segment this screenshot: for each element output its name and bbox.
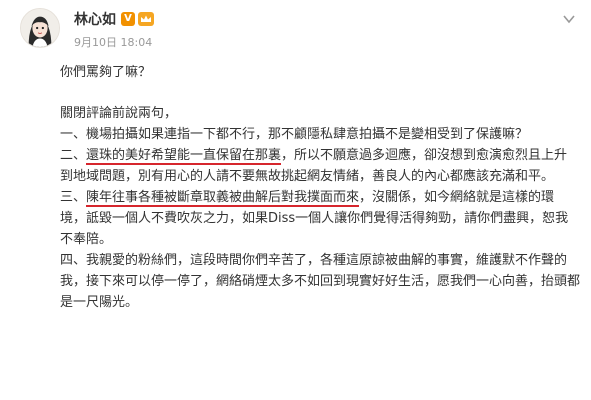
paragraph-prefix: 三、 xyxy=(60,190,87,205)
author-row: 林心如 V xyxy=(74,9,154,29)
author-name[interactable]: 林心如 xyxy=(74,9,116,29)
post-paragraph: 你們罵夠了嘛？ xyxy=(60,65,152,80)
avatar[interactable] xyxy=(20,8,60,48)
post-timestamp: 9月10日 18:04 xyxy=(74,36,153,49)
post-paragraph: 四、我親愛的粉絲們，這段時間你們辛苦了，各種這原諒被曲解的事實，維護默不作聲的我… xyxy=(60,253,581,310)
chevron-down-icon[interactable] xyxy=(563,14,575,24)
post-body: 你們罵夠了嘛？ 關閉評論前說兩句， 一、機場拍攝如果連指一下都不行，那不顧隱私肆… xyxy=(60,62,580,313)
paragraph-prefix: 二、 xyxy=(60,148,87,163)
post-paragraph: 三、陳年往事各種被斷章取義被曲解后對我撲面而來，沒關係，如今網絡就是這樣的環境，… xyxy=(60,187,580,250)
post-paragraph: 關閉評論前說兩句， xyxy=(60,106,178,121)
post-paragraph: 一、機場拍攝如果連指一下都不行，那不顧隱私肆意拍攝不是變相受到了保護嘛？ xyxy=(60,127,529,142)
post-paragraph: 二、還珠的美好希望能一直保留在那裏，所以不願意過多迴應，卻沒想到愈演愈烈且上升到… xyxy=(60,145,580,187)
underlined-phrase: 陳年往事各種被斷章取義被曲解后對我撲面而來 xyxy=(86,190,360,207)
verified-v-badge-icon: V xyxy=(121,12,135,26)
underlined-phrase: 還珠的美好希望能一直保留在那裏 xyxy=(86,148,282,165)
avatar-illustration-icon xyxy=(21,9,59,47)
crown-member-icon xyxy=(138,12,154,26)
